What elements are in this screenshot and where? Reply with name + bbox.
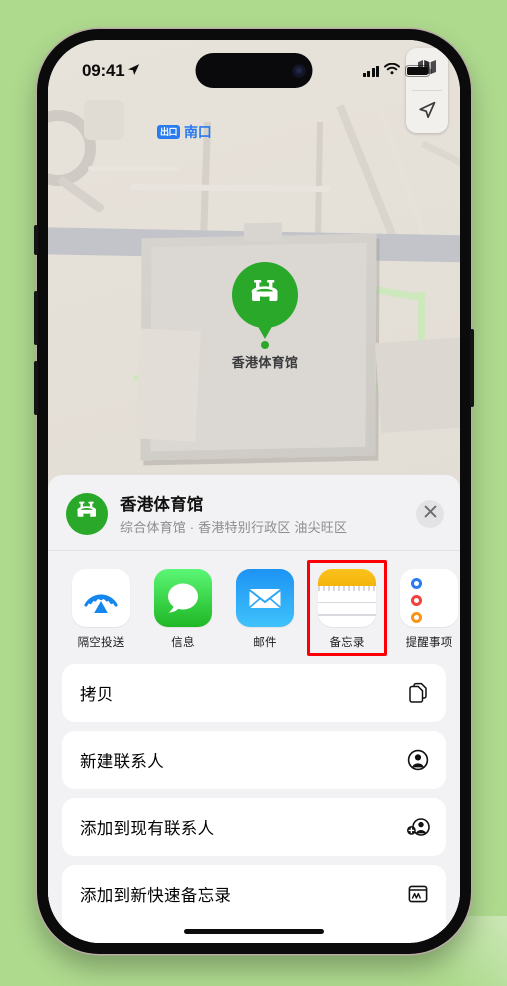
share-sheet-header: 香港体育馆 综合体育馆 · 香港特别行政区 油尖旺区: [48, 475, 460, 550]
map-building: [84, 100, 124, 140]
airdrop-icon: [72, 569, 130, 627]
location-arrow-icon: [127, 61, 140, 81]
share-title-group: 香港体育馆 综合体育馆 · 香港特别行政区 油尖旺区: [120, 491, 404, 536]
share-app-reminders[interactable]: 提醒事项: [400, 569, 458, 650]
map-exit-label[interactable]: 出口 南口: [157, 122, 212, 142]
add-to-contact-icon: [406, 815, 430, 839]
action-label: 打印: [80, 940, 114, 943]
action-label: 新建联系人: [80, 753, 164, 771]
battery-full-icon: [405, 65, 433, 77]
stadium-icon: [247, 278, 283, 313]
share-app-mail[interactable]: 邮件: [236, 569, 294, 650]
action-add-to-existing-contact[interactable]: 添加到现有联系人: [62, 798, 446, 856]
volume-down-button[interactable]: [34, 361, 38, 415]
exit-label-text: 南口: [184, 124, 212, 140]
share-app-label: 提醒事项: [405, 637, 453, 649]
status-time: 09:41: [82, 61, 125, 80]
map-place-pin[interactable]: 香港体育馆: [205, 262, 325, 370]
home-indicator[interactable]: [184, 929, 324, 934]
share-app-label: 隔空投送: [77, 637, 125, 649]
reminders-icon: [400, 569, 458, 627]
map-road: [88, 166, 178, 171]
share-action-list: 拷贝 新建联系人 添加到现有联系人 添加到新快速备忘录: [48, 658, 460, 943]
share-app-airdrop[interactable]: 隔空投送: [72, 569, 130, 650]
share-thumbnail: [66, 492, 108, 535]
close-icon: [424, 505, 437, 523]
share-app-row[interactable]: 隔空投送 信息 邮件 备忘录 提醒事项: [48, 551, 460, 658]
new-contact-icon: [406, 748, 430, 772]
map-building: [374, 336, 460, 434]
printer-icon: [406, 940, 430, 943]
exit-badge: 出口: [157, 125, 181, 139]
action-label: 拷贝: [80, 686, 114, 704]
share-sheet: 香港体育馆 综合体育馆 · 香港特别行政区 油尖旺区 隔空投送 信息 邮件 备忘…: [48, 475, 460, 943]
notes-icon: [318, 569, 376, 627]
pin-label: 香港体育馆: [231, 355, 299, 370]
action-group: 拷贝: [62, 664, 446, 722]
location-arrow-icon: [416, 99, 438, 126]
share-title: 香港体育馆: [120, 496, 204, 514]
wifi-icon: [384, 62, 400, 80]
mail-icon: [236, 569, 294, 627]
cellular-bars-icon: [362, 65, 379, 77]
close-button[interactable]: [416, 499, 444, 528]
action-new-contact[interactable]: 新建联系人: [62, 731, 446, 789]
action-group: 新建联系人: [62, 731, 446, 789]
map-building: [135, 328, 201, 442]
action-copy[interactable]: 拷贝: [62, 664, 446, 722]
share-app-label: 备忘录: [329, 637, 365, 649]
share-app-messages[interactable]: 信息: [154, 569, 212, 650]
dynamic-island[interactable]: [195, 53, 313, 88]
action-label: 添加到现有联系人: [80, 820, 215, 838]
iphone-frame: 出口 南口 香港体育馆 09:41 香港体育馆 综合体育馆 · 香港特别行政区 …: [34, 29, 474, 954]
silent-switch[interactable]: [34, 225, 38, 255]
pin-bubble: [232, 262, 298, 328]
share-app-notes[interactable]: 备忘录: [307, 560, 387, 656]
action-group: 添加到现有联系人: [62, 798, 446, 856]
status-time-group: 09:41: [82, 61, 140, 81]
status-indicators: [362, 62, 433, 80]
pin-anchor-dot: [261, 341, 269, 349]
share-app-label: 信息: [171, 637, 195, 649]
user-location-button[interactable]: [406, 91, 448, 133]
power-button[interactable]: [470, 329, 474, 407]
action-add-to-quick-note[interactable]: 添加到新快速备忘录: [62, 865, 446, 923]
action-label: 添加到新快速备忘录: [80, 887, 232, 905]
copy-icon: [406, 681, 430, 705]
map-stadium-notch: [243, 222, 283, 242]
volume-up-button[interactable]: [34, 291, 38, 345]
share-subtitle: 综合体育馆 · 香港特别行政区 油尖旺区: [120, 520, 348, 535]
quick-note-icon: [406, 882, 430, 906]
messages-icon: [154, 569, 212, 627]
phone-screen: 出口 南口 香港体育馆 09:41 香港体育馆 综合体育馆 · 香港特别行政区 …: [48, 40, 460, 943]
stadium-icon: [74, 500, 100, 527]
share-app-label: 邮件: [253, 637, 277, 649]
